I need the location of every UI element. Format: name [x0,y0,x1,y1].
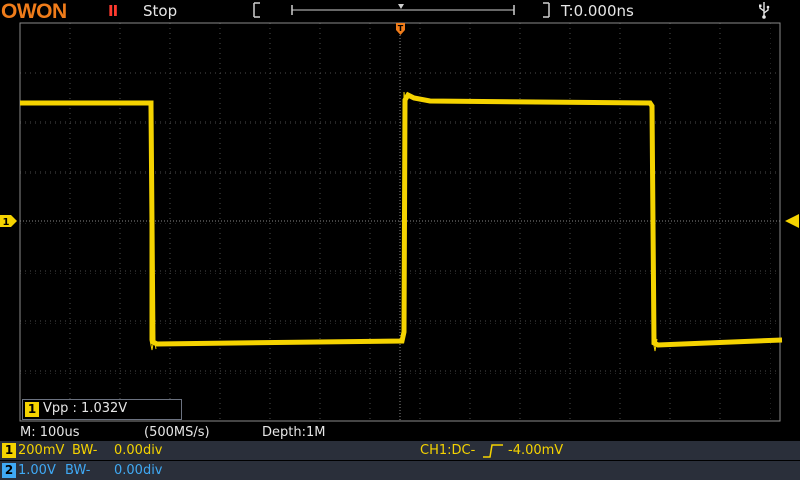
svg-text:1: 1 [3,217,10,228]
trigger-level-marker-icon[interactable] [785,214,799,228]
waveform-display[interactable]: T 1 [0,22,800,425]
trigger-time-readout: T:0.000ns [561,2,634,20]
ch1-bandwidth-limit: BW- [72,443,98,458]
memory-position-marker-icon [398,4,404,9]
ch1-offset: 0.00div [114,443,163,458]
top-status-bar: OWON II Stop T:0.000ns [0,0,800,22]
ch2-bandwidth-limit: BW- [65,463,91,478]
trigger-source: CH1:DC- [420,443,476,458]
ch2-volts-per-div: 1.00V [18,463,56,478]
memory-position-bar[interactable] [252,2,552,18]
ch1-status-row[interactable]: 1 200mV BW- 0.00div CH1:DC- -4.00mV [0,441,800,460]
sample-rate-label: (500MS/s) [144,425,210,440]
ch2-status-row[interactable]: 2 1.00V BW- 0.00div [0,461,800,480]
measurement-box[interactable]: 1 Vpp : 1.032V [22,399,182,420]
trigger-level: -4.00mV [508,443,564,458]
ch2-badge: 2 [2,463,16,478]
measurement-channel-badge: 1 [25,402,39,417]
memory-depth-label[interactable]: Depth:1M [262,425,325,441]
owon-logo: OWON [1,0,67,22]
ch1-ground-marker-icon[interactable]: 1 [0,215,17,228]
ch1-badge: 1 [2,443,16,458]
run-state-label: Stop [143,2,178,20]
bottom-info-panel: M: 100us (500MS/s) Depth:1M 1 200mV BW- … [0,425,800,480]
svg-text:OWON: OWON [1,0,67,22]
rising-edge-icon [483,444,503,458]
ch2-offset: 0.00div [114,463,163,478]
svg-text:T: T [398,24,404,33]
pause-icon: II [108,2,118,20]
ch1-volts-per-div: 200mV [18,443,65,458]
usb-icon [759,2,770,19]
timebase-label[interactable]: M: 100us [20,425,80,441]
measurement-vpp: Vpp : 1.032V [43,401,128,416]
